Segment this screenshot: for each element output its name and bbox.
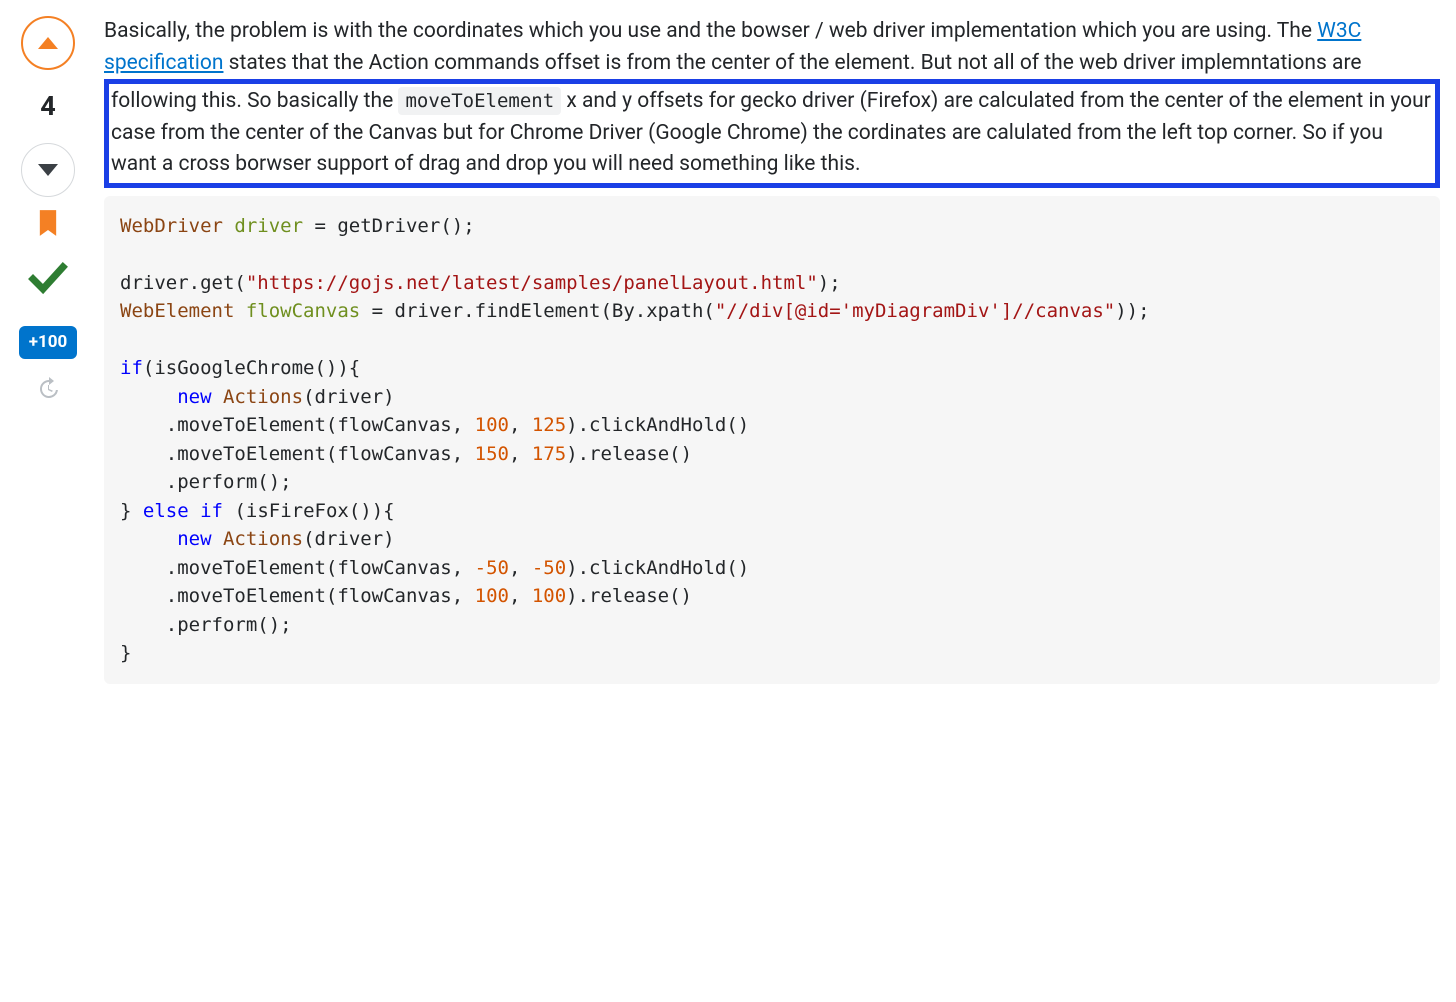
answer-paragraph: Basically, the problem is with the coord…: [104, 16, 1440, 188]
upvote-button[interactable]: [21, 16, 75, 70]
bounty-badge: +100: [19, 326, 78, 360]
bookmark-icon[interactable]: [37, 209, 59, 248]
accepted-check-icon: [28, 259, 68, 310]
upvote-icon: [38, 37, 58, 49]
vote-column: 4 +100: [16, 16, 80, 684]
inline-code: moveToElement: [398, 87, 561, 115]
answer-content: Basically, the problem is with the coord…: [104, 16, 1440, 684]
answer-prose: Basically, the problem is with the coord…: [104, 16, 1440, 188]
answer-container: 4 +100 Basically, the problem is with th…: [16, 16, 1440, 684]
downvote-button[interactable]: [21, 143, 75, 197]
downvote-icon: [38, 164, 58, 176]
highlighted-text-box: following this. So basically the moveToE…: [104, 79, 1440, 188]
history-icon[interactable]: [36, 377, 60, 412]
text-segment: following this. So basically the: [111, 89, 398, 113]
vote-count: 4: [40, 86, 56, 127]
code-block[interactable]: WebDriver driver = getDriver(); driver.g…: [104, 196, 1440, 684]
text-segment: Basically, the problem is with the coord…: [104, 19, 1317, 43]
text-segment: states that the Action commands offset i…: [223, 51, 1361, 75]
